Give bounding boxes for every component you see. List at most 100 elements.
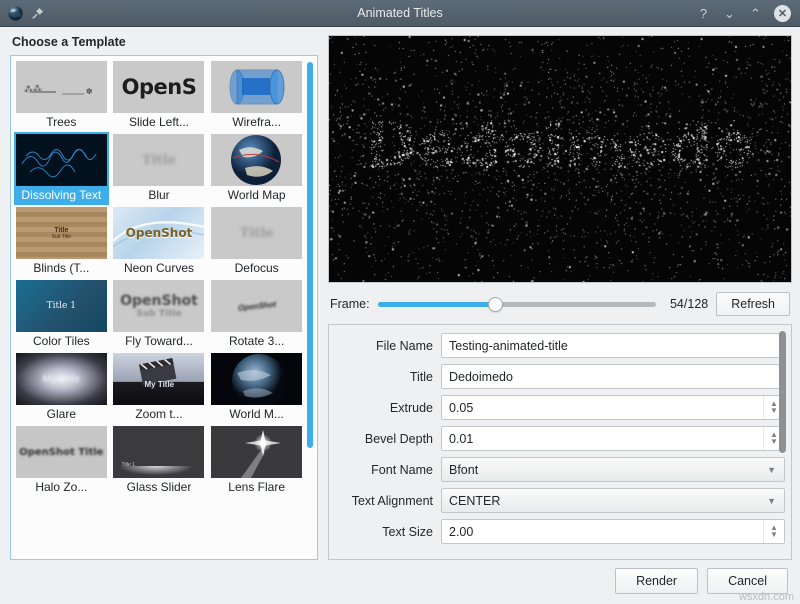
template-item-neon-curves[interactable]: OpenShotNeon Curves [112,205,207,278]
template-item-slide-left[interactable]: OpenS Slide Left... [112,59,207,132]
globe-icon [7,5,24,22]
frame-slider-fill [378,302,495,307]
preview-and-properties: Dedoimedo Frame: 54/128 Refresh File Nam… [328,35,792,560]
pin-icon[interactable] [30,6,45,21]
extrude-control: 0.05▲▼ [441,395,785,420]
template-scrollbar-thumb[interactable] [307,62,313,448]
template-item-blur[interactable]: TitleBlur [112,132,207,205]
template-item-defocus[interactable]: TitleDefocus [209,205,304,278]
frame-slider[interactable] [378,295,657,313]
template-item-halo-zo[interactable]: OpenShot TitleHalo Zo... [14,424,109,497]
template-label: Wirefra... [232,115,281,129]
field-row-title: Title Dedoimedo [333,364,785,389]
text-alignment-select[interactable]: CENTER▼ [441,488,785,513]
window-title: Animated Titles [0,0,800,26]
title-bar: Animated Titles ? ⌄ ⌃ ✕ [0,0,800,27]
template-label: Trees [46,115,76,129]
template-grid: ⁂⁂ ✽ Trees OpenS Slide Left... Wirefra... [14,59,304,497]
template-label: Defocus [235,261,279,275]
render-button[interactable]: Render [615,568,698,594]
template-item-zoom-t[interactable]: My TitleZoom t... [112,351,207,424]
template-list[interactable]: ⁂⁂ ✽ Trees OpenS Slide Left... Wirefra... [10,55,318,560]
template-heading: Choose a Template [10,35,318,49]
template-item-trees[interactable]: ⁂⁂ ✽ Trees [14,59,109,132]
template-thumbnail: My Title [16,353,107,405]
help-button[interactable]: ? [696,6,711,21]
chevron-down-icon: ▼ [767,465,776,475]
template-label: World Map [228,188,286,202]
template-label: Blinds (T... [33,261,89,275]
frame-control-row: Frame: 54/128 Refresh [328,283,792,324]
title-input[interactable]: Dedoimedo [441,364,785,389]
field-row-extrude: Extrude0.05▲▼ [333,395,785,420]
template-thumbnail: OpenS [113,61,204,113]
file-name-value: Testing-animated-title [449,339,568,353]
template-item-color-tiles[interactable]: Title 1Color Tiles [14,278,109,351]
text-alignment-control: CENTER▼ [441,488,785,513]
template-thumbnail: OpenShot [211,280,302,332]
bevel-depth-input[interactable]: 0.01 [441,426,785,451]
field-row-text-alignment: Text Alignment CENTER▼ [333,488,785,513]
title-label: Title [333,370,433,384]
title-value: Dedoimedo [449,370,513,384]
properties-scrollbar-thumb[interactable] [779,331,786,453]
frame-slider-handle[interactable] [488,297,503,312]
template-thumbnail [211,61,302,113]
file-name-label: File Name [333,339,433,353]
field-row-font-name: Font Name Bfont ▼ [333,457,785,482]
particle-overlay [329,36,791,282]
template-label: Glare [47,407,76,421]
chevron-down-icon[interactable]: ▼ [770,532,778,538]
chevron-down-icon[interactable]: ▼ [770,439,778,445]
text-size-value: 2.00 [449,525,473,539]
properties-form: File Name Testing-animated-title Title Dedo… [333,333,785,544]
template-chooser: Choose a Template ⁂⁂ ✽ Trees OpenS Slide Le… [10,35,318,560]
extrude-input[interactable]: 0.05 [441,395,785,420]
text-size-input[interactable]: 2.00 [441,519,785,544]
close-icon[interactable]: ✕ [774,5,791,22]
frame-label: Frame: [330,297,370,311]
template-thumbnail: ⁂⁂ ✽ [16,61,107,113]
template-item-glass-slider[interactable]: Title 1 Glass Slider [112,424,207,497]
template-item-world-m[interactable]: World M... [209,351,304,424]
template-item-fly-toward[interactable]: OpenShot Sub Title Fly Toward... [112,278,207,351]
chevron-down-icon[interactable]: ▼ [770,408,778,414]
dialog-footer: Render Cancel wsxdn.com [0,560,800,604]
font-name-value: Bfont [449,463,478,477]
refresh-button[interactable]: Refresh [716,292,790,316]
template-thumbnail [211,134,302,186]
frame-counter: 54/128 [664,297,708,311]
font-name-control: Bfont ▼ [441,457,785,482]
dialog-body: Choose a Template ⁂⁂ ✽ Trees OpenS Slide Le… [0,27,800,560]
properties-scrollbar[interactable] [779,331,786,553]
template-item-dissolving-text[interactable]: Dissolving Text [14,132,109,205]
field-row-bevel-depth: Bevel Depth0.01▲▼ [333,426,785,451]
font-name-select[interactable]: Bfont ▼ [441,457,785,482]
template-item-world-map[interactable]: World Map [209,132,304,205]
text-alignment-value: CENTER [449,494,500,508]
font-name-label: Font Name [333,463,433,477]
field-row-text-size: Text Size2.00▲▼ [333,519,785,544]
minimize-button[interactable]: ⌄ [722,6,737,21]
template-label: Blur [148,188,169,202]
text-alignment-label: Text Alignment [333,494,433,508]
template-item-blinds-t[interactable]: Title Sub Title Blinds (T... [14,205,109,278]
template-label: Dissolving Text [21,188,101,202]
window-controls: ? ⌄ ⌃ ✕ [696,5,800,22]
template-thumbnail: Title Sub Title [16,207,107,259]
template-label: Slide Left... [129,115,189,129]
template-label: Glass Slider [127,480,192,494]
template-item-glare[interactable]: My Title Glare [14,351,109,424]
maximize-button[interactable]: ⌃ [748,6,763,21]
template-label: Color Tiles [33,334,90,348]
template-item-rotate-3[interactable]: OpenShotRotate 3... [209,278,304,351]
template-scrollbar[interactable] [307,62,313,551]
template-item-wirefra[interactable]: Wirefra... [209,59,304,132]
template-label: Neon Curves [124,261,194,275]
file-name-input[interactable]: Testing-animated-title [441,333,785,358]
bevel-depth-label: Bevel Depth [333,432,433,446]
watermark: wsxdn.com [739,591,794,603]
text-size-label: Text Size [333,525,433,539]
template-item-lens-flare[interactable]: Lens Flare [209,424,304,497]
properties-panel: File Name Testing-animated-title Title Dedo… [328,324,792,560]
